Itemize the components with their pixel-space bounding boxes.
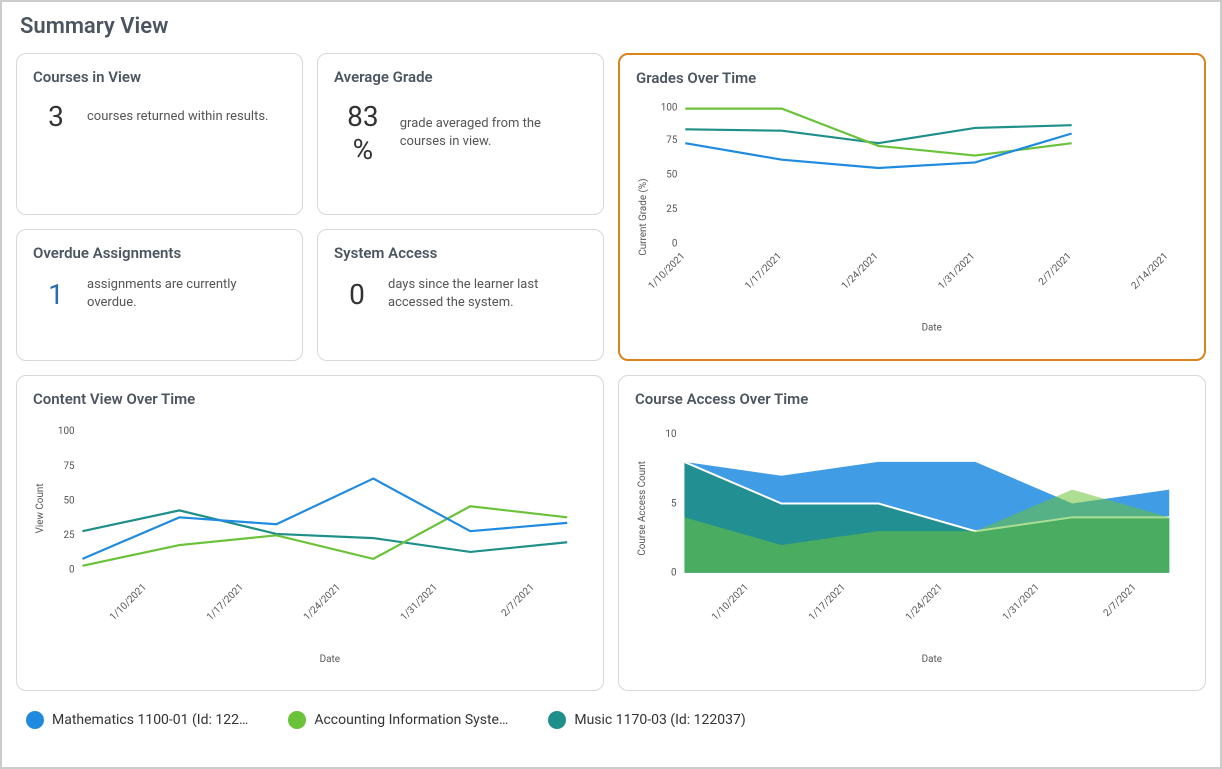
svg-text:50: 50 <box>63 495 74 506</box>
svg-text:0: 0 <box>671 568 677 579</box>
stat-value-courses: 3 <box>39 100 73 133</box>
card-overdue-assignments: Overdue Assignments 1 assignments are cu… <box>16 229 303 361</box>
stat-desc: assignments are currently overdue. <box>87 276 282 311</box>
stat-value-overdue: 1 <box>39 278 73 311</box>
svg-text:1/24/2021: 1/24/2021 <box>840 251 881 292</box>
card-system-access: System Access 0 days since the learner l… <box>317 229 604 361</box>
legend-item-math[interactable]: Mathematics 1100-01 (Id: 122… <box>26 711 248 729</box>
card-average-grade: Average Grade 83 % grade averaged from t… <box>317 53 604 215</box>
swatch-icon <box>288 711 306 729</box>
stat-desc: grade averaged from the courses in view. <box>400 115 583 150</box>
series-accounting <box>685 109 1071 156</box>
svg-text:2/7/2021: 2/7/2021 <box>1102 582 1139 619</box>
svg-text:1/10/2021: 1/10/2021 <box>108 582 149 623</box>
svg-text:1/10/2021: 1/10/2021 <box>710 582 751 623</box>
svg-text:75: 75 <box>63 461 75 472</box>
card-title: Courses in View <box>33 68 286 86</box>
svg-text:0: 0 <box>672 239 678 250</box>
stat-desc: days since the learner last accessed the… <box>388 276 583 311</box>
legend: Mathematics 1100-01 (Id: 122… Accounting… <box>16 711 1206 729</box>
svg-text:5: 5 <box>671 498 677 509</box>
card-grades-over-time: Grades Over Time Current Grade (%) 0 25 … <box>618 53 1206 361</box>
svg-text:10: 10 <box>665 429 676 440</box>
svg-text:75: 75 <box>666 135 678 146</box>
x-axis-label: Date <box>320 654 340 665</box>
card-title: System Access <box>334 244 587 262</box>
card-title: Grades Over Time <box>636 69 1188 87</box>
x-axis-label: Date <box>922 322 942 333</box>
svg-text:1/31/2021: 1/31/2021 <box>936 251 977 292</box>
card-title: Average Grade <box>334 68 587 86</box>
svg-text:25: 25 <box>666 204 678 215</box>
svg-text:0: 0 <box>69 565 75 576</box>
stat-desc: courses returned within results. <box>87 108 268 126</box>
y-ticks: 0 5 10 <box>665 429 677 578</box>
x-ticks: 1/10/2021 1/17/2021 1/24/2021 1/31/2021 … <box>108 582 537 623</box>
svg-text:2/7/2021: 2/7/2021 <box>500 582 537 619</box>
legend-item-music[interactable]: Music 1170-03 (Id: 122037) <box>548 711 745 729</box>
svg-text:2/14/2021: 2/14/2021 <box>1129 251 1170 292</box>
svg-text:1/24/2021: 1/24/2021 <box>302 582 343 623</box>
chart-course-access: Course Access Count 0 5 10 1/10/2021 1/1… <box>635 418 1189 678</box>
card-title: Overdue Assignments <box>33 244 286 262</box>
svg-text:25: 25 <box>63 530 75 541</box>
y-axis-label: Current Grade (%) <box>638 178 649 255</box>
svg-text:1/31/2021: 1/31/2021 <box>1001 582 1042 623</box>
card-course-access-over-time: Course Access Over Time Course Access Co… <box>618 375 1206 691</box>
y-axis-label: Course Access Count <box>637 461 648 555</box>
legend-item-accounting[interactable]: Accounting Information Syste… <box>288 711 508 729</box>
svg-text:1/24/2021: 1/24/2021 <box>904 582 945 623</box>
y-ticks: 0 25 50 75 100 <box>58 426 75 575</box>
svg-text:2/7/2021: 2/7/2021 <box>1037 251 1074 288</box>
page-title: Summary View <box>20 14 1206 39</box>
card-courses-in-view: Courses in View 3 courses returned withi… <box>16 53 303 215</box>
card-title: Course Access Over Time <box>635 390 1189 408</box>
svg-text:1/31/2021: 1/31/2021 <box>399 582 440 623</box>
stat-value-avg-grade: 83 % <box>340 100 386 166</box>
legend-label: Accounting Information Syste… <box>314 712 508 728</box>
card-content-view-over-time: Content View Over Time View Count 0 25 5… <box>16 375 604 691</box>
svg-text:100: 100 <box>58 426 75 437</box>
svg-text:1/10/2021: 1/10/2021 <box>646 251 687 292</box>
legend-label: Music 1170-03 (Id: 122037) <box>574 712 745 728</box>
svg-text:50: 50 <box>666 170 677 181</box>
x-ticks: 1/10/2021 1/17/2021 1/24/2021 1/31/2021 … <box>646 251 1170 292</box>
svg-text:1/17/2021: 1/17/2021 <box>743 251 784 292</box>
y-axis-label: View Count <box>35 483 46 533</box>
x-axis-label: Date <box>922 654 942 665</box>
swatch-icon <box>548 711 566 729</box>
svg-text:1/17/2021: 1/17/2021 <box>807 582 848 623</box>
svg-text:100: 100 <box>661 103 678 114</box>
y-ticks: 0 25 50 75 100 <box>661 103 678 250</box>
stat-cards: Courses in View 3 courses returned withi… <box>16 53 604 361</box>
x-ticks: 1/10/2021 1/17/2021 1/24/2021 1/31/2021 … <box>710 582 1139 623</box>
stat-value-access: 0 <box>340 278 374 311</box>
series-math <box>685 133 1071 168</box>
series-music <box>82 510 567 552</box>
swatch-icon <box>26 711 44 729</box>
legend-label: Mathematics 1100-01 (Id: 122… <box>52 712 248 728</box>
card-title: Content View Over Time <box>33 390 587 408</box>
series-music <box>685 125 1071 143</box>
chart-grades: Current Grade (%) 0 25 50 75 100 <box>636 97 1188 347</box>
svg-text:1/17/2021: 1/17/2021 <box>205 582 246 623</box>
chart-content-view: View Count 0 25 50 75 100 1/10/2021 1/17 <box>33 418 587 678</box>
